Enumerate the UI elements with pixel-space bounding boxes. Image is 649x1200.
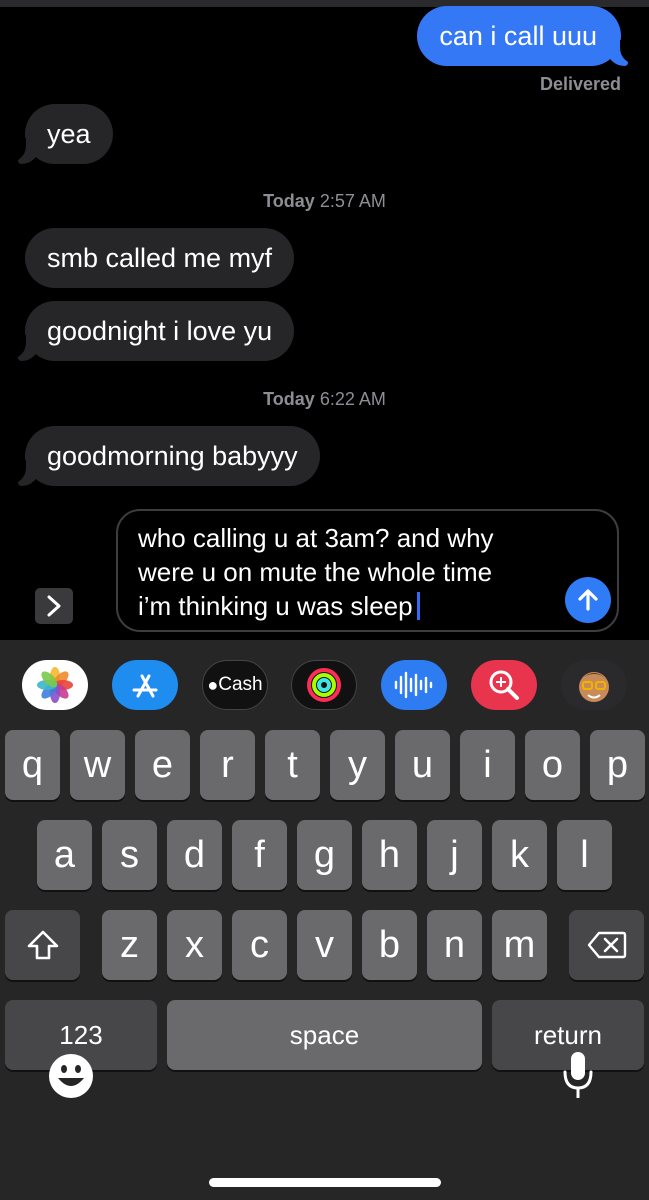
incoming-message[interactable]: goodmorning babyyy xyxy=(10,426,320,486)
text-cursor xyxy=(416,592,420,620)
key-s[interactable]: s xyxy=(102,820,157,890)
message-thread[interactable]: can i call uuu Delivered yea Today 2:57 … xyxy=(0,0,649,640)
message-text: goodnight i love yu xyxy=(47,316,273,346)
key-m[interactable]: m xyxy=(492,910,547,980)
key-x[interactable]: x xyxy=(167,910,222,980)
delete-key[interactable] xyxy=(569,910,644,980)
timestamp-time: 2:57 AM xyxy=(319,191,386,211)
memoji-icon[interactable] xyxy=(561,660,627,710)
emoji-button[interactable] xyxy=(47,1052,95,1100)
input-line: were u on mute the whole time xyxy=(138,557,493,587)
delivery-status: Delivered xyxy=(539,74,621,94)
key-u[interactable]: u xyxy=(395,730,450,800)
key-f[interactable]: f xyxy=(232,820,287,890)
shift-key[interactable] xyxy=(5,910,80,980)
apple-cash-icon[interactable]: ● Cash xyxy=(202,660,268,710)
emoji-icon xyxy=(49,1054,93,1098)
key-l[interactable]: l xyxy=(557,820,612,890)
bubble-tail xyxy=(606,40,636,66)
send-button[interactable] xyxy=(565,577,611,623)
keyboard: ● Cash q w e r t y u i o p a s d f g h j… xyxy=(0,640,649,1200)
key-z[interactable]: z xyxy=(102,910,157,980)
activity-icon[interactable] xyxy=(291,660,357,710)
message-text: smb called me myf xyxy=(47,243,273,273)
incoming-message[interactable]: goodnight i love yu xyxy=(10,301,295,361)
outgoing-message[interactable]: can i call uuu xyxy=(417,6,636,66)
message-text: yea xyxy=(47,119,91,149)
app-store-icon[interactable] xyxy=(112,660,178,710)
key-v[interactable]: v xyxy=(297,910,352,980)
cash-label: Cash xyxy=(218,674,263,695)
incoming-message[interactable]: smb called me myf xyxy=(25,228,295,288)
key-j[interactable]: j xyxy=(427,820,482,890)
key-w[interactable]: w xyxy=(70,730,125,800)
key-b[interactable]: b xyxy=(362,910,417,980)
key-g[interactable]: g xyxy=(297,820,352,890)
dictation-button[interactable] xyxy=(558,1048,598,1104)
message-text: can i call uuu xyxy=(439,21,597,51)
incoming-message[interactable]: yea xyxy=(10,104,113,164)
message-input[interactable]: who calling u at 3am? and why were u on … xyxy=(116,509,619,632)
message-text: goodmorning babyyy xyxy=(47,441,298,471)
key-o[interactable]: o xyxy=(525,730,580,800)
bubble-tail xyxy=(10,460,40,486)
bubble-tail xyxy=(10,138,40,164)
key-k[interactable]: k xyxy=(492,820,547,890)
microphone-icon xyxy=(563,1052,593,1098)
timestamp: Today 2:57 AM xyxy=(0,191,649,212)
audio-message-icon[interactable] xyxy=(381,660,447,710)
home-indicator[interactable] xyxy=(209,1178,441,1187)
timestamp-day: Today xyxy=(263,389,315,409)
backspace-icon xyxy=(587,931,626,959)
key-d[interactable]: d xyxy=(167,820,222,890)
timestamp-time: 6:22 AM xyxy=(319,389,386,409)
key-c[interactable]: c xyxy=(232,910,287,980)
chevron-right-icon xyxy=(47,595,61,617)
input-line: i’m thinking u was sleep xyxy=(138,591,413,621)
key-i[interactable]: i xyxy=(460,730,515,800)
key-e[interactable]: e xyxy=(135,730,190,800)
photos-icon[interactable] xyxy=(22,660,88,710)
key-p[interactable]: p xyxy=(590,730,645,800)
key-a[interactable]: a xyxy=(37,820,92,890)
key-q[interactable]: q xyxy=(5,730,60,800)
arrow-up-icon xyxy=(578,589,598,611)
key-y[interactable]: y xyxy=(330,730,385,800)
expand-apps-button[interactable] xyxy=(35,588,73,624)
key-n[interactable]: n xyxy=(427,910,482,980)
message-input-text[interactable]: who calling u at 3am? and why were u on … xyxy=(138,521,558,623)
key-r[interactable]: r xyxy=(200,730,255,800)
timestamp: Today 6:22 AM xyxy=(0,389,649,410)
key-t[interactable]: t xyxy=(265,730,320,800)
image-search-icon[interactable] xyxy=(471,660,537,710)
shift-icon xyxy=(27,930,58,960)
timestamp-day: Today xyxy=(263,191,315,211)
bubble-tail xyxy=(10,335,40,361)
space-key[interactable]: space xyxy=(167,1000,482,1070)
input-line: who calling u at 3am? and why xyxy=(138,523,494,553)
key-h[interactable]: h xyxy=(362,820,417,890)
app-strip: ● Cash xyxy=(0,652,649,722)
